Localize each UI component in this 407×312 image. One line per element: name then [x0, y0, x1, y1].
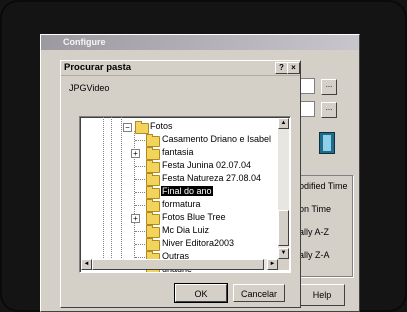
folder-icon	[146, 173, 160, 186]
tree-line	[135, 244, 145, 245]
sort-option-z-a[interactable]: ally Z-A	[299, 250, 330, 260]
tree-line	[135, 192, 145, 193]
scrollbar-corner	[278, 259, 289, 270]
close-icon[interactable]: ×	[287, 62, 300, 74]
horizontal-scrollbar[interactable]: ◄ ►	[81, 259, 278, 270]
dialog-title: Procurar pasta	[64, 62, 132, 73]
folder-icon	[146, 160, 160, 173]
tree-item-fotos[interactable]: Fotos	[149, 121, 174, 131]
tree-item[interactable]: Mc Dia Luiz	[161, 225, 210, 235]
folder-icon	[146, 186, 160, 199]
folder-icon	[146, 134, 160, 147]
ok-button[interactable]: OK	[174, 283, 228, 303]
cancel-button[interactable]: Cancelar	[233, 284, 285, 302]
configure-title: Configure	[41, 35, 359, 50]
folder-icon	[146, 147, 160, 160]
tree-line	[135, 231, 145, 232]
browse-button-2[interactable]: ...	[321, 102, 337, 118]
tree-item[interactable]: Casamento Driano e Isabel	[161, 134, 272, 144]
folder-icon	[146, 212, 160, 225]
film-icon[interactable]	[319, 132, 335, 154]
tree-line	[103, 117, 104, 260]
path-field-2[interactable]	[299, 101, 315, 117]
folder-icon	[146, 238, 160, 251]
sort-option-creation[interactable]: on Time	[299, 204, 331, 214]
scroll-thumb-horizontal[interactable]	[92, 259, 264, 270]
folder-icon	[146, 199, 160, 212]
tree-line	[111, 117, 112, 260]
scroll-right-icon[interactable]: ►	[267, 259, 278, 270]
path-field-1[interactable]	[299, 78, 315, 94]
tree-item-selected[interactable]: Final do ano	[161, 186, 213, 196]
scroll-thumb[interactable]	[278, 210, 289, 246]
tree-item[interactable]: formatura	[161, 199, 202, 209]
scroll-down-icon[interactable]: ▼	[278, 248, 289, 259]
dialog-subtitle: JPGVideo	[69, 83, 110, 93]
sort-option-a-z[interactable]: ally A-Z	[299, 227, 329, 237]
scroll-up-icon[interactable]: ▲	[278, 118, 289, 129]
sort-option-modified[interactable]: odified Time	[299, 181, 348, 191]
tree-line	[121, 117, 122, 260]
tree-line	[135, 179, 145, 180]
tree-line	[135, 166, 145, 167]
tree-item[interactable]: Festa Junina 02.07.04	[161, 160, 252, 170]
browse-folder-dialog: Procurar pasta ? × JPGVideo − Fotos Casa…	[60, 60, 301, 308]
tree-line	[135, 257, 145, 258]
browse-button-1[interactable]: ...	[321, 79, 337, 95]
expand-icon[interactable]: +	[131, 214, 140, 223]
folder-open-icon	[135, 121, 149, 134]
scroll-left-icon[interactable]: ◄	[81, 259, 92, 270]
help-button[interactable]: Help	[299, 284, 345, 306]
tree-line	[135, 205, 145, 206]
folder-tree[interactable]: − Fotos Casamento Driano e Isabel + fant…	[79, 116, 291, 273]
collapse-icon[interactable]: −	[123, 123, 132, 132]
tree-item[interactable]: fantasia	[161, 147, 195, 157]
tree-item[interactable]: Festa Natureza 27.08.04	[161, 173, 262, 183]
tree-item[interactable]: Fotos Blue Tree	[161, 212, 227, 222]
folder-icon	[146, 225, 160, 238]
expand-icon[interactable]: +	[131, 149, 140, 158]
dialog-titlebar: Procurar pasta ? ×	[61, 61, 300, 76]
vertical-scrollbar[interactable]: ▲ ▼	[278, 118, 289, 259]
tree-line	[135, 140, 145, 141]
tree-item[interactable]: Niver Editora2003	[161, 238, 235, 248]
